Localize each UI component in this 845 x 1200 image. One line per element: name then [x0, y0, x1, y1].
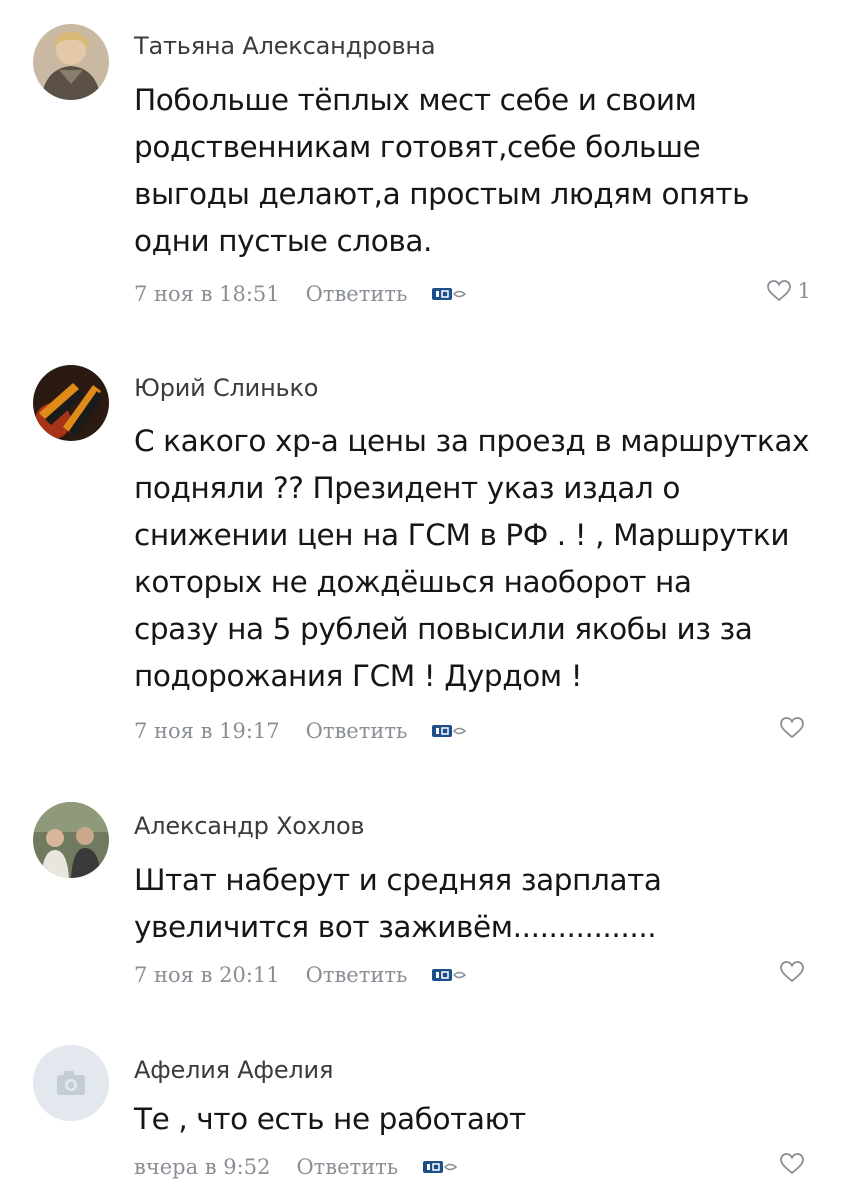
- heart-outline-icon: [780, 961, 804, 983]
- comment-text: С какого хр-а цены за проезд в маршрутка…: [134, 424, 810, 693]
- like-count: 1: [797, 279, 811, 303]
- heart-outline-icon: [780, 717, 804, 739]
- tv-channel-badge-icon[interactable]: [431, 286, 467, 302]
- reply-button[interactable]: Ответить: [306, 719, 408, 743]
- comment-text: Те , что есть не работают: [134, 1102, 526, 1136]
- like-button[interactable]: [779, 716, 811, 740]
- heart-outline-icon: [780, 1153, 804, 1175]
- comment-meta: 7 ноя в 19:17 Ответить: [134, 716, 467, 746]
- comment-text: Штат наберут и средняя зарплата увеличит…: [134, 863, 662, 944]
- heart-outline-icon: [766, 280, 791, 302]
- avatar[interactable]: [33, 24, 109, 100]
- reply-button[interactable]: Ответить: [296, 1155, 398, 1179]
- avatar[interactable]: [33, 802, 109, 878]
- avatar-photo: [33, 802, 109, 878]
- comment-author[interactable]: Юрий Слинько: [134, 374, 318, 402]
- reply-button[interactable]: Ответить: [306, 963, 408, 987]
- comment-date[interactable]: 7 ноя в 20:11: [134, 963, 280, 987]
- tv-channel-badge-icon[interactable]: [422, 1159, 458, 1175]
- comment-date[interactable]: 7 ноя в 19:17: [134, 719, 280, 743]
- comment-date[interactable]: 7 ноя в 18:51: [134, 282, 280, 306]
- like-button[interactable]: 1: [766, 279, 811, 303]
- comment-date[interactable]: вчера в 9:52: [134, 1155, 270, 1179]
- avatar-photo: [33, 365, 109, 441]
- tv-channel-badge-icon[interactable]: [431, 723, 467, 739]
- like-button[interactable]: [779, 1152, 811, 1176]
- avatar[interactable]: [33, 365, 109, 441]
- like-button[interactable]: [779, 960, 811, 984]
- avatar-photo: [33, 24, 109, 100]
- comment-text: Побольше тёплых мест себе и своим родств…: [134, 83, 750, 258]
- tv-channel-badge-icon[interactable]: [431, 967, 467, 983]
- avatar[interactable]: [33, 1045, 109, 1121]
- comment-author[interactable]: Афелия Афелия: [134, 1056, 333, 1084]
- comment-meta: 7 ноя в 18:51 Ответить: [134, 279, 467, 309]
- comment-author[interactable]: Александр Хохлов: [134, 812, 365, 840]
- comment-meta: 7 ноя в 20:11 Ответить: [134, 960, 467, 990]
- camera-icon: [33, 1045, 109, 1121]
- reply-button[interactable]: Ответить: [306, 282, 408, 306]
- comment-author[interactable]: Татьяна Александровна: [134, 32, 436, 60]
- comment-meta: вчера в 9:52 Ответить: [134, 1152, 458, 1182]
